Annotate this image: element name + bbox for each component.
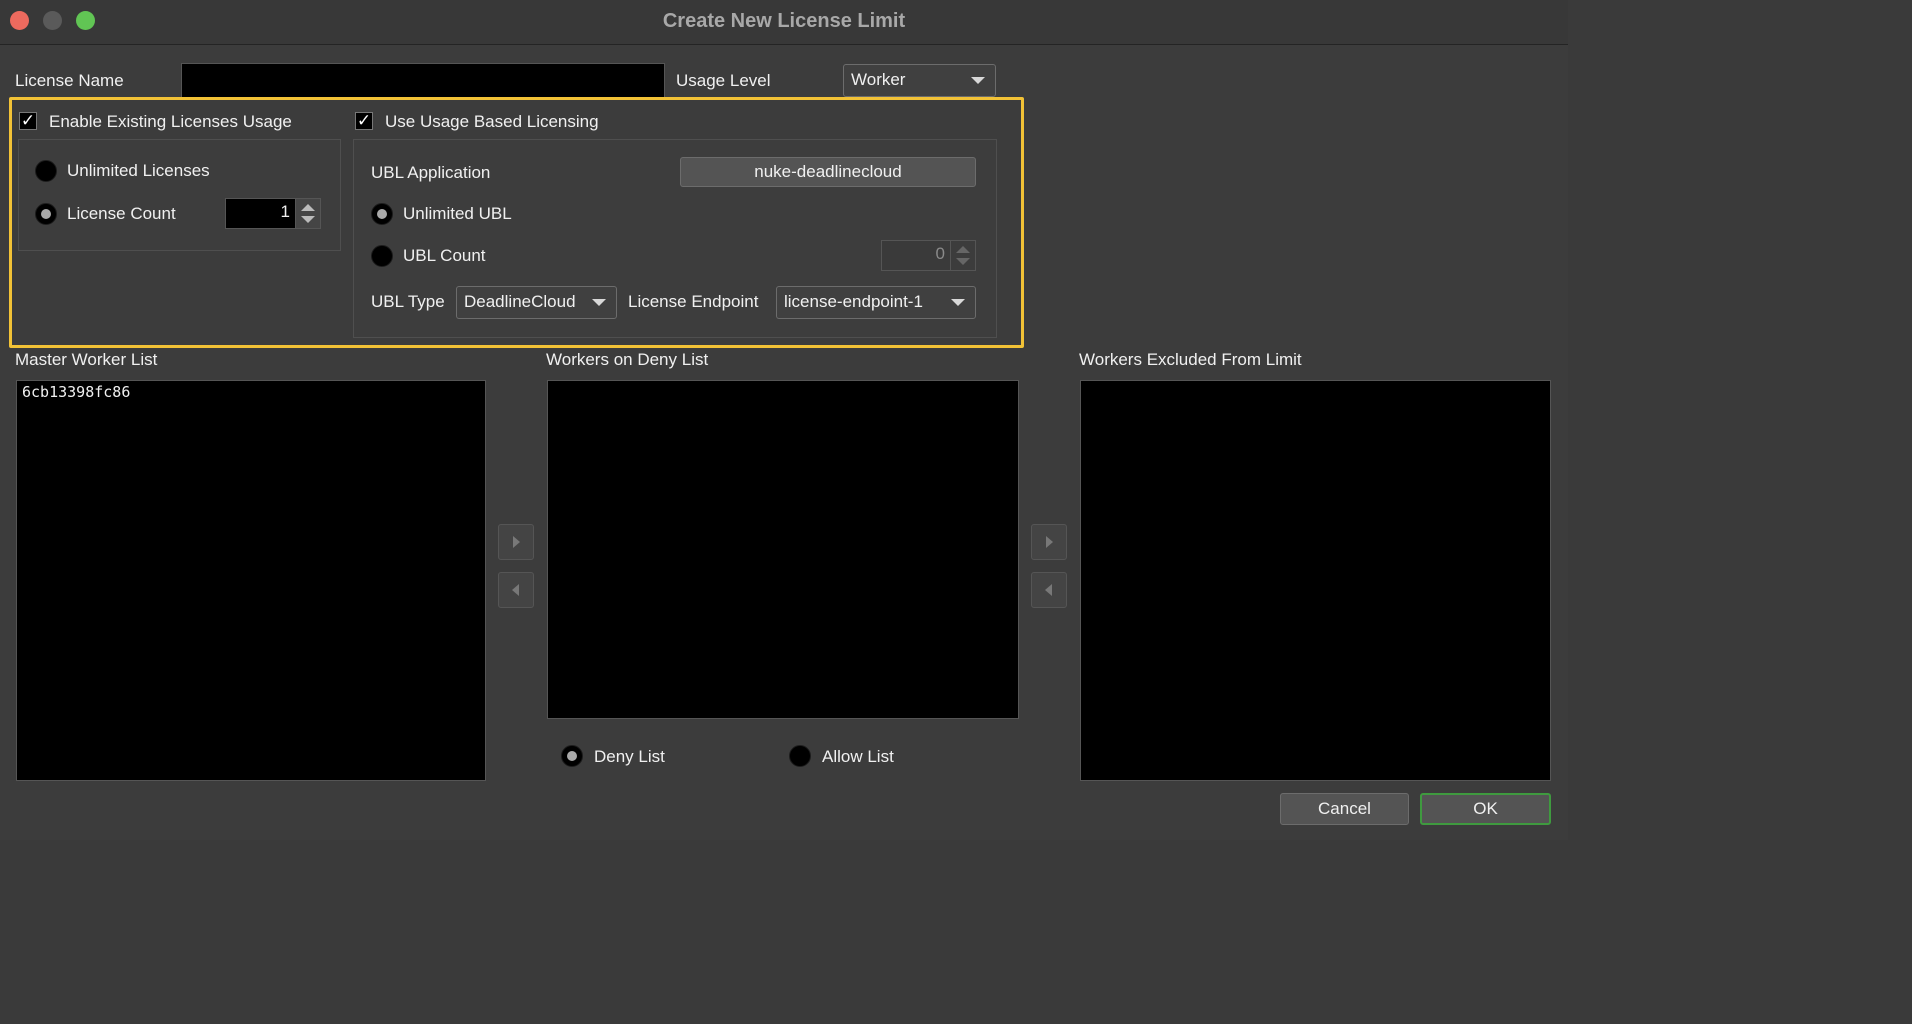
arrow-right-icon [513, 536, 520, 548]
chevron-down-icon [971, 77, 985, 84]
unlimited-licenses-label: Unlimited Licenses [67, 161, 210, 180]
remove-from-deny-button[interactable] [498, 572, 534, 608]
workers-deny-list[interactable] [547, 380, 1019, 719]
license-endpoint-dropdown[interactable]: license-endpoint-1 [776, 286, 976, 319]
arrow-left-icon [512, 584, 519, 596]
deny-list-radio[interactable] [561, 745, 583, 767]
ubl-type-value: DeadlineCloud [464, 292, 576, 311]
license-count-value: 1 [280, 202, 290, 221]
master-worker-list-label: Master Worker List [15, 350, 158, 369]
use-ubl-label: Use Usage Based Licensing [385, 112, 599, 131]
cancel-button[interactable]: Cancel [1280, 793, 1409, 825]
deny-list-radio-label: Deny List [594, 747, 665, 766]
license-count-stepper[interactable] [295, 199, 320, 228]
license-endpoint-value: license-endpoint-1 [784, 292, 923, 311]
master-worker-list[interactable]: 6cb13398fc86 [16, 380, 486, 781]
remove-from-excluded-button[interactable] [1031, 572, 1067, 608]
ubl-count-stepper[interactable] [950, 241, 975, 270]
unlimited-ubl-label: Unlimited UBL [403, 204, 512, 223]
checkmark-icon: ✓ [356, 111, 372, 130]
license-endpoint-label: License Endpoint [628, 292, 759, 311]
usage-level-dropdown[interactable]: Worker [843, 64, 996, 97]
license-name-label: License Name [15, 71, 124, 90]
unlimited-ubl-radio[interactable] [371, 203, 393, 225]
ubl-count-value: 0 [935, 244, 945, 263]
excluded-list-label: Workers Excluded From Limit [1079, 350, 1302, 369]
move-to-excluded-button[interactable] [1031, 524, 1067, 560]
usage-level-label: Usage Level [676, 71, 771, 90]
existing-licenses-group [18, 139, 341, 251]
enable-existing-licenses-checkbox[interactable]: ✓ [19, 112, 37, 130]
license-count-label: License Count [67, 204, 176, 223]
license-count-spinbox[interactable]: 1 [225, 198, 321, 229]
move-to-deny-button[interactable] [498, 524, 534, 560]
window-title: Create New License Limit [662, 10, 906, 32]
license-name-input[interactable] [181, 63, 665, 98]
license-count-radio[interactable] [35, 203, 57, 225]
ubl-count-radio[interactable] [371, 245, 393, 267]
unlimited-licenses-radio[interactable] [35, 160, 57, 182]
chevron-up-icon[interactable] [301, 204, 315, 211]
ubl-type-label: UBL Type [371, 292, 445, 311]
workers-excluded-list[interactable] [1080, 380, 1551, 781]
chevron-down-icon[interactable] [956, 258, 970, 265]
ubl-type-dropdown[interactable]: DeadlineCloud [456, 286, 617, 319]
allow-list-radio[interactable] [789, 745, 811, 767]
ubl-count-spinbox[interactable]: 0 [881, 240, 976, 271]
deny-list-label: Workers on Deny List [546, 350, 709, 369]
ubl-application-label: UBL Application [371, 163, 491, 182]
usage-level-value: Worker [851, 70, 906, 89]
ubl-application-button[interactable]: nuke-deadlinecloud [680, 157, 976, 187]
ubl-count-label: UBL Count [403, 246, 486, 265]
arrow-right-icon [1046, 536, 1053, 548]
list-item[interactable]: 6cb13398fc86 [17, 381, 485, 403]
enable-existing-licenses-label: Enable Existing Licenses Usage [49, 112, 292, 131]
chevron-up-icon[interactable] [956, 246, 970, 253]
allow-list-radio-label: Allow List [822, 747, 894, 766]
arrow-left-icon [1045, 584, 1052, 596]
use-ubl-checkbox[interactable]: ✓ [355, 112, 373, 130]
chevron-down-icon [592, 299, 606, 306]
checkmark-icon: ✓ [20, 111, 36, 130]
chevron-down-icon [951, 299, 965, 306]
chevron-down-icon[interactable] [301, 216, 315, 223]
ok-button[interactable]: OK [1420, 793, 1551, 825]
title-bar: Create New License Limit [0, 0, 1568, 45]
